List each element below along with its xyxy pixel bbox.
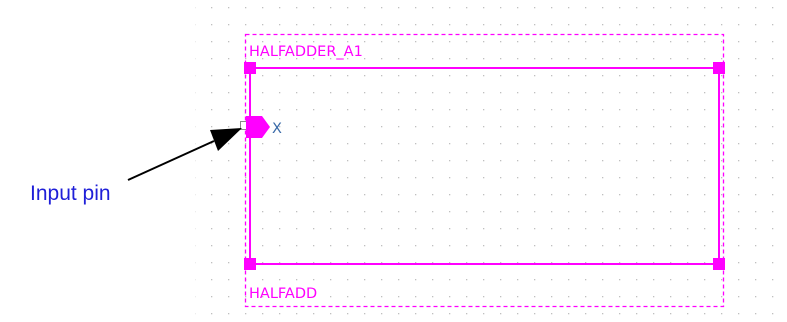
cell-name-label: HALFADD [249,286,317,302]
schematic-canvas[interactable]: HALFADDER_A1 HALFADD X [0,0,787,322]
corner-handle-top-left[interactable] [244,62,256,74]
corner-handle-bottom-left[interactable] [244,258,256,270]
instance-name-label: HALFADDER_A1 [249,44,363,60]
input-pin-callout-label: Input pin [30,182,111,205]
corner-handle-top-right[interactable] [713,62,725,74]
corner-handle-bottom-right[interactable] [713,258,725,270]
pin-name-label: X [272,121,282,137]
